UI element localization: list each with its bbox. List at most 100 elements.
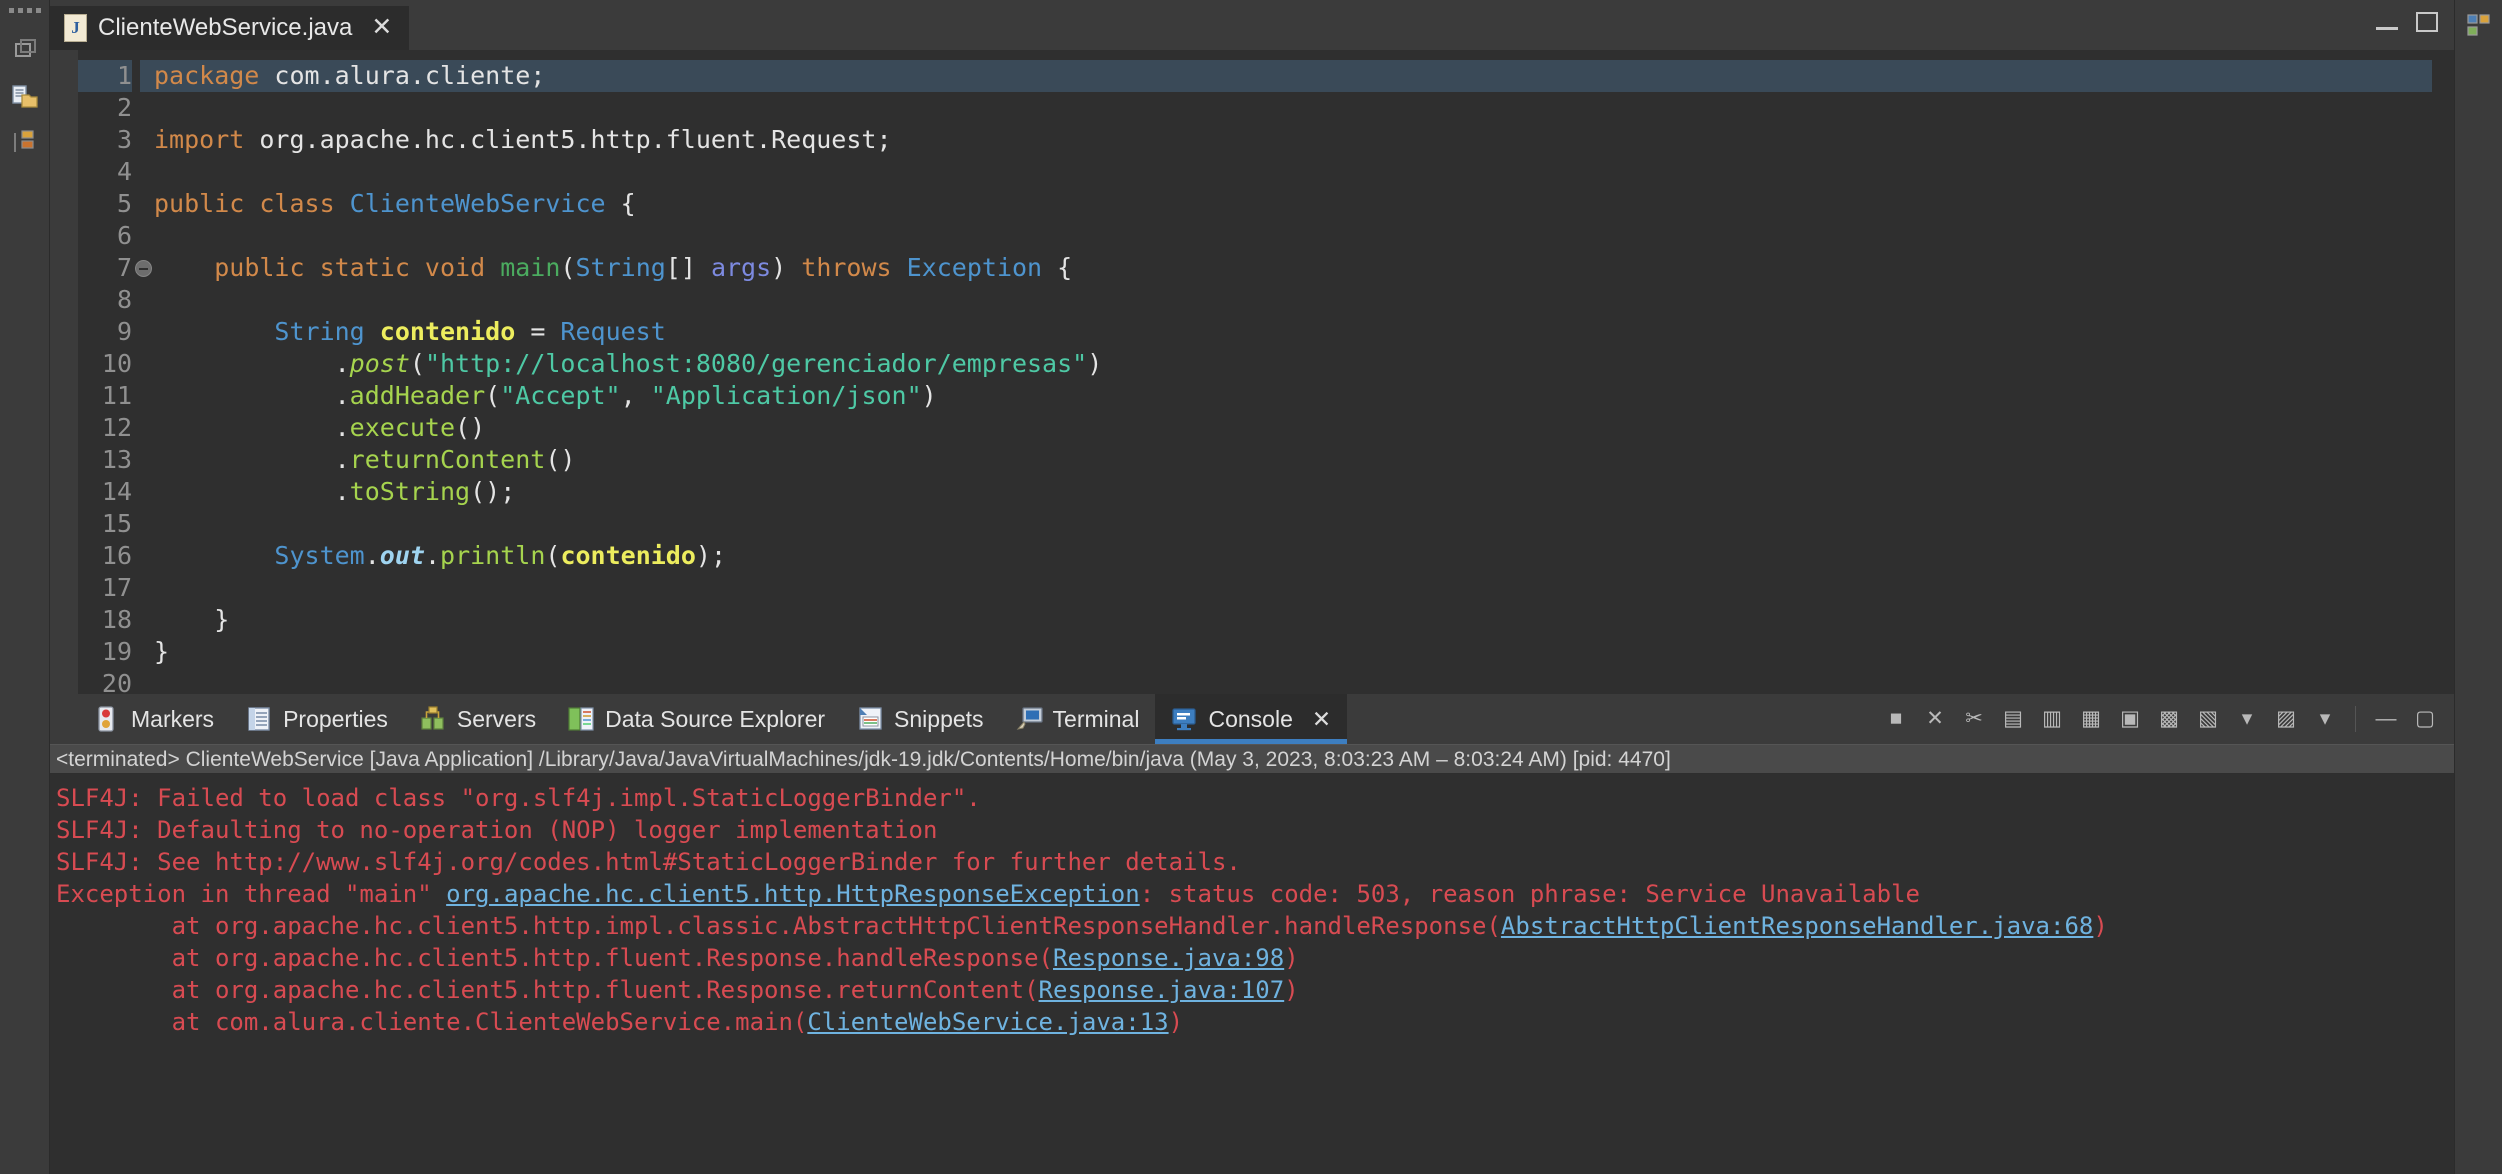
new-console-view-button[interactable]: ▨ — [2271, 704, 2301, 734]
code-line[interactable]: } — [154, 636, 2432, 668]
code-token: println — [440, 540, 546, 570]
bottom-tab-markers[interactable]: Markers — [78, 694, 230, 744]
code-token: addHeader — [349, 380, 486, 410]
code-token: } — [154, 604, 230, 634]
maximize-panel-button[interactable]: ▢ — [2410, 704, 2440, 734]
toolbar-separator — [2355, 706, 2356, 732]
editor-tab-clientewebservice[interactable]: J ClienteWebService.java ✕ — [50, 5, 410, 50]
code-token: Request — [560, 316, 666, 346]
bottom-tab-label: Markers — [131, 705, 215, 732]
console-text: at org.apache.hc.client5.http.impl.class… — [56, 912, 1501, 940]
bottom-tab-properties[interactable]: Properties — [230, 694, 404, 744]
code-token: (); — [470, 476, 516, 506]
bottom-tab-terminal[interactable]: Terminal — [1000, 694, 1156, 744]
stack-trace-link[interactable]: org.apache.hc.client5.http.HttpResponseE… — [446, 880, 1140, 908]
code-token: ClienteWebService — [349, 188, 606, 218]
code-line[interactable] — [154, 668, 2432, 694]
bottom-tab-console[interactable]: Console ✕ — [1155, 694, 1348, 744]
terminate-button[interactable]: ■ — [1881, 704, 1911, 734]
console-text: Exception in thread "main" — [56, 880, 447, 908]
line-number: 18 — [101, 604, 132, 634]
line-number: 13 — [101, 444, 132, 474]
code-editor[interactable]: 1 2 3 4 5 6 7 8 9 10 11 12 13 14 15 16 17 18 19 20 package … — [50, 49, 2454, 698]
pin-console-button[interactable]: ▣ — [2115, 704, 2145, 734]
right-tool-rail — [2454, 0, 2502, 1174]
console-line: at com.alura.cliente.ClienteWebService.m… — [56, 1006, 2454, 1038]
clear-console-button[interactable]: ▤ — [1998, 704, 2028, 734]
code-line[interactable]: System.out.println(contenido); — [154, 540, 2432, 572]
package-explorer-icon[interactable] — [10, 81, 40, 111]
display-selected-console-button[interactable]: ▩ — [2154, 704, 2184, 734]
code-line[interactable] — [154, 572, 2432, 604]
bottom-tab-snippets[interactable]: Snippets — [841, 694, 1000, 744]
code-token: out — [379, 540, 425, 570]
bottom-tab-label: Terminal — [1052, 705, 1140, 732]
outline-minimap-icon[interactable] — [2464, 10, 2494, 40]
code-token: } — [154, 636, 170, 666]
outline-view-icon[interactable] — [10, 127, 40, 157]
code-line[interactable]: .toString(); — [154, 476, 2432, 508]
code-line[interactable]: .addHeader("Accept", "Application/json") — [154, 380, 2432, 412]
line-number: 5 — [116, 188, 132, 218]
word-wrap-button[interactable]: ▦ — [2076, 704, 2106, 734]
close-icon[interactable]: ✕ — [1312, 706, 1331, 733]
code-line[interactable] — [154, 284, 2432, 316]
code-token: import — [154, 124, 260, 154]
code-line[interactable] — [154, 92, 2432, 124]
code-line[interactable]: String contenido = Request — [154, 316, 2432, 348]
code-token: args — [710, 252, 772, 282]
close-icon[interactable]: ✕ — [371, 15, 392, 40]
stack-trace-link[interactable]: Response.java:98 — [1053, 944, 1284, 972]
restore-views-icon[interactable] — [10, 35, 40, 65]
line-number: 16 — [101, 540, 132, 570]
console-text: ) — [1284, 976, 1299, 1004]
open-console-dropdown[interactable]: ▾ — [2232, 704, 2262, 734]
code-line[interactable] — [154, 220, 2432, 252]
code-token: . — [364, 540, 380, 570]
maximize-editor-button[interactable] — [2416, 12, 2438, 32]
line-number: 1 — [78, 59, 132, 92]
java-file-icon: J — [64, 13, 87, 42]
code-token: toString — [349, 476, 471, 506]
minimize-panel-button[interactable]: — — [2371, 704, 2401, 734]
code-line[interactable] — [154, 156, 2432, 188]
code-token: , — [620, 380, 651, 410]
editor-vertical-scrollbar[interactable] — [2432, 49, 2454, 694]
code-line[interactable]: public class ClienteWebService { — [154, 188, 2432, 220]
console-text: ) — [1284, 944, 1299, 972]
stack-trace-link[interactable]: ClienteWebService.java:13 — [807, 1008, 1168, 1036]
code-fold-collapse-icon[interactable] — [135, 259, 152, 277]
console-text: at com.alura.cliente.ClienteWebService.m… — [56, 1008, 808, 1036]
line-number-gutter: 1 2 3 4 5 6 7 8 9 10 11 12 13 14 15 16 17 18 19 20 — [78, 49, 152, 698]
console-output[interactable]: SLF4J: Failed to load class "org.slf4j.i… — [50, 774, 2454, 1174]
code-line[interactable]: .post("http://localhost:8080/gerenciador… — [154, 348, 2432, 380]
new-console-dropdown[interactable]: ▾ — [2310, 704, 2340, 734]
bottom-panel: Markers Properties Servers Data Source Expl… — [50, 694, 2454, 1174]
main-column: J ClienteWebService.java ✕ 1 2 3 4 5 6 7 8 9 10 11… — [50, 0, 2454, 1174]
code-line[interactable]: } — [154, 604, 2432, 636]
marker-bar[interactable] — [50, 49, 78, 694]
code-line[interactable]: package com.alura.cliente; — [140, 59, 2432, 92]
code-line[interactable]: public static void main(String[] args) t… — [154, 252, 2432, 284]
remove-all-terminated-button[interactable]: ✂ — [1959, 704, 1989, 734]
open-console-button[interactable]: ▧ — [2193, 704, 2223, 734]
source-code-area[interactable]: package com.alura.cliente; import org.ap… — [140, 49, 2432, 694]
console-text: SLF4J: Defaulting to no-operation (NOP) … — [56, 816, 938, 844]
code-line[interactable] — [154, 508, 2432, 540]
line-number: 8 — [116, 284, 132, 314]
scroll-lock-button[interactable]: ▥ — [2037, 704, 2067, 734]
console-line: SLF4J: See http://www.slf4j.org/codes.ht… — [56, 846, 2454, 878]
code-token: contenido — [379, 316, 516, 346]
code-line[interactable]: import org.apache.hc.client5.http.fluent… — [154, 124, 2432, 156]
stack-trace-link[interactable]: Response.java:107 — [1039, 976, 1285, 1004]
bottom-tab-data-source-explorer[interactable]: Data Source Explorer — [552, 694, 841, 744]
remove-launch-button[interactable]: ✕ — [1920, 704, 1950, 734]
console-text: ) — [2093, 912, 2108, 940]
stack-trace-link[interactable]: AbstractHttpClientResponseHandler.java:6… — [1501, 912, 2093, 940]
line-number: 15 — [101, 508, 132, 538]
code-line[interactable]: .execute() — [154, 412, 2432, 444]
bottom-tab-label: Data Source Explorer — [605, 705, 826, 732]
bottom-tab-servers[interactable]: Servers — [404, 694, 552, 744]
minimize-editor-button[interactable] — [2376, 26, 2398, 30]
code-line[interactable]: .returnContent() — [154, 444, 2432, 476]
